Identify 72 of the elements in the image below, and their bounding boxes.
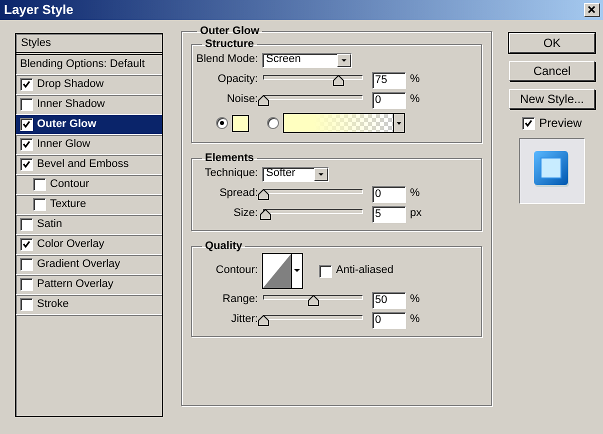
number-field[interactable]: 75 [372,72,406,88]
checkbox[interactable] [20,238,33,251]
field-label: Contour: [214,264,258,278]
checkbox[interactable] [20,158,33,171]
style-list-item[interactable]: Texture [16,195,162,215]
checkbox[interactable] [20,278,33,291]
group-title: Quality [204,241,244,252]
number-field[interactable]: 0 [372,92,406,108]
checkbox[interactable] [20,298,33,311]
checkbox[interactable] [20,118,33,131]
unit-label: % [410,313,420,327]
unit-label: % [410,93,420,107]
field-label: Blend Mode: [196,53,258,67]
dropdown[interactable]: Screen [262,52,352,68]
style-list-item[interactable]: Gradient Overlay [16,255,162,275]
style-list-item[interactable]: Drop Shadow [16,75,162,95]
group-title: Structure [204,39,255,50]
checkbox[interactable] [20,78,33,91]
style-list-item[interactable]: Satin [16,215,162,235]
gradient-picker[interactable] [283,113,405,133]
slider-thumb[interactable] [258,189,269,200]
checkbox-label: Anti-aliased [336,264,394,278]
field-label: Jitter: [230,313,258,327]
dropdown[interactable]: Softer [262,166,329,182]
number-field[interactable]: 5 [372,206,406,222]
checkbox[interactable] [20,98,33,111]
style-list-item[interactable]: Outer Glow [16,115,162,135]
dialog-button[interactable]: New Style... [509,89,595,109]
preview-checkbox[interactable] [522,116,536,130]
checkbox[interactable] [319,264,332,278]
color-swatch[interactable] [232,114,249,132]
checkbox[interactable] [20,258,33,271]
style-list-item[interactable]: Blending Options: Default [16,55,162,75]
window-title: Layer Style [4,2,74,18]
checkbox[interactable] [33,178,46,191]
field-label: Technique: [204,167,258,181]
checkbox[interactable] [20,138,33,151]
close-icon[interactable] [584,3,600,17]
unit-label: px [410,207,422,221]
checkbox[interactable] [33,198,46,211]
checkbox[interactable] [20,218,33,231]
field-label: Opacity: [216,73,258,87]
unit-label: % [410,73,420,87]
unit-label: % [410,187,420,201]
dialog-button[interactable]: OK [509,33,595,53]
dialog-button[interactable]: Cancel [509,61,595,81]
style-list-item[interactable]: Bevel and Emboss [16,155,162,175]
style-list-item[interactable]: Inner Glow [16,135,162,155]
slider-thumb[interactable] [258,95,269,106]
number-field[interactable]: 0 [372,186,406,202]
style-list-item[interactable]: Contour [16,175,162,195]
styles-header[interactable]: Styles [16,34,162,55]
unit-label: % [410,293,420,307]
number-field[interactable]: 50 [372,292,406,308]
contour-picker[interactable] [262,253,303,289]
field-label: Noise: [226,93,258,107]
slider-thumb[interactable] [260,209,271,220]
field-label: Size: [232,207,258,221]
group-title: Elements [204,153,255,164]
preview-label: Preview [539,116,582,130]
slider-thumb[interactable] [333,75,344,86]
field-label: Spread: [218,187,258,201]
slider-thumb[interactable] [258,315,269,326]
style-list-item[interactable]: Stroke [16,295,162,315]
style-list-item[interactable]: Color Overlay [16,235,162,255]
radio-button[interactable] [216,117,228,129]
radio-button[interactable] [267,117,279,129]
field-label: Range: [222,293,258,307]
slider-thumb[interactable] [308,295,319,306]
style-list-item[interactable]: Pattern Overlay [16,275,162,295]
number-field[interactable]: 0 [372,312,406,328]
group-title: Outer Glow [199,26,260,37]
